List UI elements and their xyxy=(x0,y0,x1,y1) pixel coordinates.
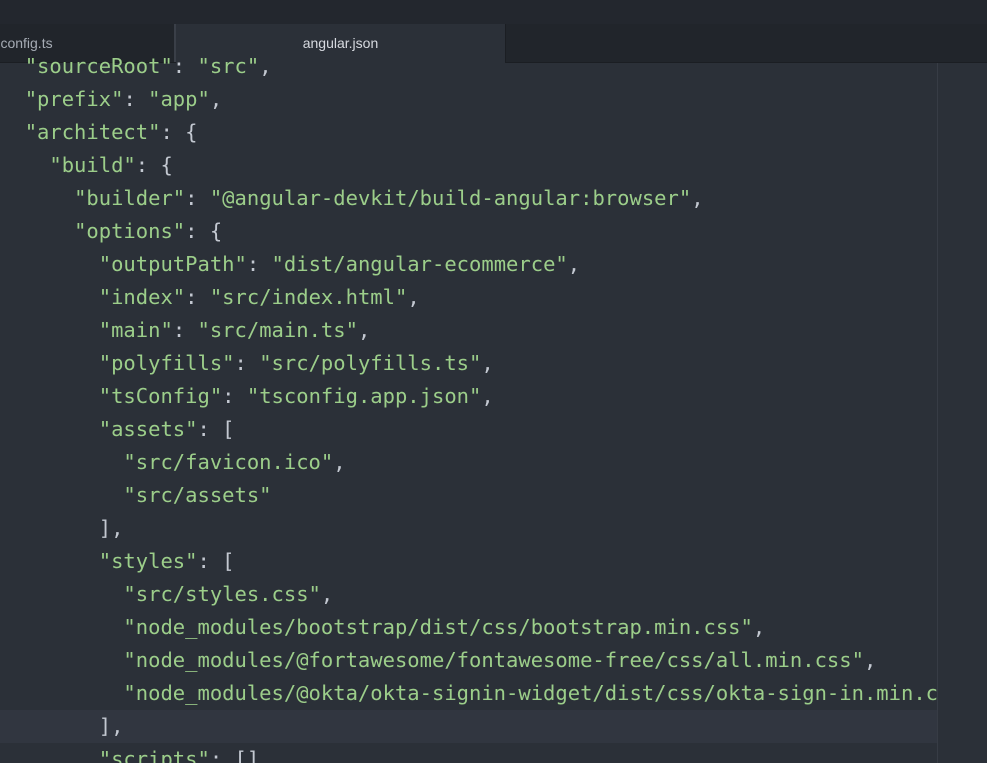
code-rest: : "src", xyxy=(172,54,272,78)
code-line[interactable]: "node_modules/@fortawesome/fontawesome-f… xyxy=(0,644,876,677)
code-line[interactable]: "polyfills": "src/polyfills.ts", xyxy=(0,347,494,380)
code-rest: : "dist/angular-ecommerce", xyxy=(246,252,581,276)
code-string: "src/favicon.ico" xyxy=(123,450,334,474)
code-line[interactable]: "src/favicon.ico", xyxy=(0,446,346,479)
code-rest: , xyxy=(320,582,334,606)
code-line[interactable]: "scripts": [] xyxy=(0,743,259,763)
code-string: "src/styles.css" xyxy=(123,582,321,606)
code-line[interactable]: ], xyxy=(0,512,124,545)
code-rest: ], xyxy=(98,516,124,540)
code-line[interactable]: "styles": [ xyxy=(0,545,235,578)
code-rest: : "src/polyfills.ts", xyxy=(234,351,494,375)
code-line[interactable]: ], xyxy=(0,710,937,743)
code-rest: : { xyxy=(135,153,173,177)
code-string: "architect" xyxy=(24,120,161,144)
code-rest: , xyxy=(863,648,877,672)
code-line[interactable]: "sourceRoot": "src", xyxy=(0,50,272,83)
code-string: "prefix" xyxy=(24,87,124,111)
code-string: "main" xyxy=(98,318,173,342)
code-rest: , xyxy=(333,450,346,474)
code-line[interactable]: "outputPath": "dist/angular-ecommerce", xyxy=(0,248,580,281)
code-string: "styles" xyxy=(98,549,198,573)
editor-window: p-config.ts angular.json "sourceRoot": "… xyxy=(0,0,987,763)
code-line[interactable]: "architect": { xyxy=(0,116,198,149)
code-rest: : [] xyxy=(209,747,260,763)
code-rest: : { xyxy=(160,120,198,144)
code-line[interactable]: "build": { xyxy=(0,149,173,182)
code-rest: : [ xyxy=(197,417,235,441)
code-line[interactable]: "assets": [ xyxy=(0,413,235,446)
tab-label: p-config.ts xyxy=(0,35,53,51)
code-rest: : "tsconfig.app.json", xyxy=(222,384,494,408)
title-bar xyxy=(0,0,987,24)
code-rest: : "src/index.html", xyxy=(185,285,420,309)
code-line[interactable]: "prefix": "app", xyxy=(0,83,223,116)
code-line[interactable]: "src/styles.css", xyxy=(0,578,333,611)
code-string: "options" xyxy=(74,219,186,243)
code-rest: : "src/main.ts", xyxy=(172,318,371,342)
code-rest: : [ xyxy=(197,549,235,573)
code-string: "index" xyxy=(98,285,186,309)
code-line[interactable]: "builder": "@angular-devkit/build-angula… xyxy=(0,182,704,215)
code-string: "node_modules/bootstrap/dist/css/bootstr… xyxy=(123,615,753,639)
code-line[interactable]: "tsConfig": "tsconfig.app.json", xyxy=(0,380,494,413)
code-line[interactable]: "node_modules/@okta/okta-signin-widget/d… xyxy=(0,677,975,710)
code-string: "node_modules/@okta/okta-signin-widget/d… xyxy=(123,681,976,705)
vertical-scrollbar[interactable] xyxy=(938,63,987,763)
code-editor[interactable]: "sourceRoot": "src", "prefix": "app", "a… xyxy=(0,54,987,763)
code-string: "sourceRoot" xyxy=(24,54,173,78)
code-rest: : "app", xyxy=(123,87,223,111)
code-rest: : { xyxy=(185,219,223,243)
code-line[interactable]: "index": "src/index.html", xyxy=(0,281,420,314)
code-string: "build" xyxy=(49,153,136,177)
code-string: "assets" xyxy=(98,417,198,441)
code-rest: , xyxy=(752,615,766,639)
code-line[interactable]: "main": "src/main.ts", xyxy=(0,314,371,347)
code-string: "builder" xyxy=(74,186,186,210)
code-string: "outputPath" xyxy=(98,252,247,276)
code-string: "node_modules/@fortawesome/fontawesome-f… xyxy=(123,648,864,672)
code-string: "polyfills" xyxy=(98,351,235,375)
code-line[interactable]: "src/assets" xyxy=(0,479,272,512)
code-line[interactable]: "options": { xyxy=(0,215,222,248)
code-rest: : "@angular-devkit/build-angular:browser… xyxy=(185,186,704,210)
code-line[interactable]: "node_modules/bootstrap/dist/css/bootstr… xyxy=(0,611,765,644)
code-string: "src/assets" xyxy=(123,483,272,507)
code-string: "tsConfig" xyxy=(98,384,223,408)
code-rest: ], xyxy=(98,714,124,738)
tab-label: angular.json xyxy=(302,35,379,51)
code-string: "scripts" xyxy=(98,747,210,763)
